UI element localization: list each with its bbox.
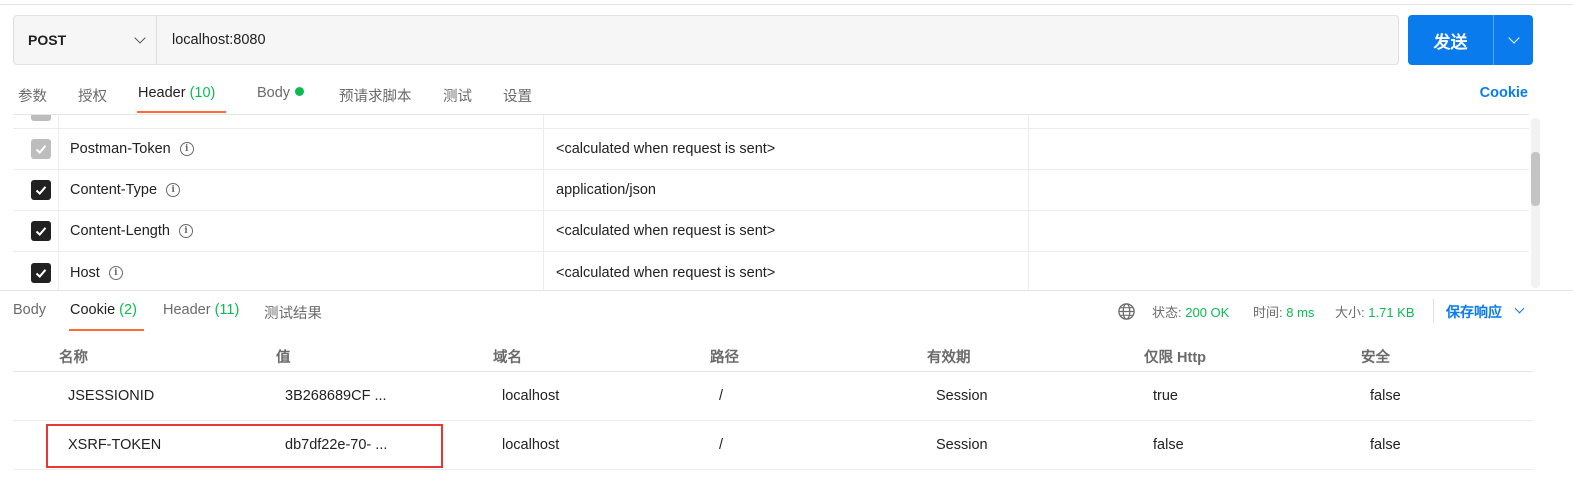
header-checkbox[interactable] bbox=[31, 221, 51, 241]
response-status: 状态: 200 OK bbox=[1152, 302, 1229, 321]
header-row: Postman-Token i <calculated when request … bbox=[13, 129, 1529, 170]
info-icon[interactable]: i bbox=[166, 183, 181, 197]
url-input[interactable]: localhost:8080 bbox=[157, 32, 266, 48]
cookie-expires: Session bbox=[936, 388, 988, 404]
send-options-button[interactable] bbox=[1494, 15, 1533, 65]
save-response-button[interactable]: 保存响应 bbox=[1446, 302, 1502, 322]
header-row: Content-Type i application/json bbox=[13, 170, 1529, 211]
status-label: 状态: bbox=[1152, 305, 1182, 320]
body-indicator-dot bbox=[295, 87, 305, 96]
header-key: Content-Type bbox=[70, 182, 158, 198]
tab-body[interactable]: Body bbox=[257, 85, 305, 101]
response-size: 大小: 1.71 KB bbox=[1335, 302, 1415, 321]
column-header: 值 bbox=[276, 350, 291, 366]
response-tabs: Body Cookie (2) Header (11) 测试结果 状态: 200… bbox=[0, 290, 1573, 336]
cookie-path: / bbox=[719, 437, 724, 453]
header-value[interactable]: application/json bbox=[556, 182, 656, 198]
cookie-httponly: false bbox=[1153, 437, 1184, 453]
header-key: Host bbox=[70, 264, 100, 281]
divider bbox=[1433, 299, 1434, 323]
header-value[interactable]: <calculated when request is sent> bbox=[556, 223, 775, 239]
header-key: Content-Length bbox=[70, 223, 170, 239]
column-header: 域名 bbox=[493, 350, 522, 366]
header-row-partial bbox=[13, 115, 1529, 129]
tab-response-header-label: Header bbox=[163, 302, 211, 318]
cookie-value[interactable]: 3B268689CF ... bbox=[285, 372, 387, 420]
column-header: 路径 bbox=[710, 350, 739, 366]
header-checkbox[interactable] bbox=[31, 115, 51, 121]
globe-icon[interactable] bbox=[1117, 302, 1136, 321]
cookie-domain: localhost bbox=[502, 388, 560, 404]
chevron-down-icon bbox=[134, 32, 146, 44]
column-header: 有效期 bbox=[927, 350, 971, 366]
headers-scrollbar-thumb[interactable] bbox=[1531, 152, 1540, 206]
cookie-secure: false bbox=[1370, 437, 1401, 453]
info-icon[interactable]: i bbox=[178, 224, 193, 238]
method-select[interactable]: POST bbox=[14, 16, 157, 64]
tab-response-cookie[interactable]: Cookie (2) bbox=[70, 302, 137, 318]
cookie-table-header: 名称 值 域名 路径 有效期 仅限 Http 安全 bbox=[13, 339, 1533, 372]
header-value[interactable]: <calculated when request is sent> bbox=[556, 141, 775, 157]
response-time: 时间: 8 ms bbox=[1253, 302, 1314, 321]
header-checkbox[interactable] bbox=[31, 262, 51, 283]
cookie-path: / bbox=[719, 388, 724, 404]
time-value[interactable]: 8 ms bbox=[1286, 305, 1314, 320]
header-row: Content-Length i <calculated when request… bbox=[13, 211, 1529, 252]
tab-settings[interactable]: 设置 bbox=[503, 85, 532, 106]
cookie-name[interactable]: JSESSIONID bbox=[68, 372, 154, 420]
cookie-domain: localhost bbox=[502, 437, 560, 453]
table-row: JSESSIONID 3B268689CF ... localhost / Se… bbox=[13, 372, 1533, 421]
top-border bbox=[0, 0, 1573, 5]
info-icon[interactable]: i bbox=[108, 265, 123, 280]
chevron-down-icon bbox=[1507, 32, 1520, 44]
tab-test-results[interactable]: 测试结果 bbox=[264, 302, 322, 323]
tab-cookie-label: Cookie bbox=[70, 302, 116, 318]
cookie-expires: Session bbox=[936, 437, 988, 453]
header-key: Postman-Token bbox=[70, 141, 171, 157]
header-checkbox[interactable] bbox=[31, 139, 51, 159]
info-icon[interactable]: i bbox=[179, 142, 194, 156]
cookie-secure: false bbox=[1370, 388, 1401, 404]
tab-body-label: Body bbox=[257, 85, 291, 101]
tab-cookie-count: (2) bbox=[119, 302, 137, 318]
highlight-box bbox=[46, 424, 443, 468]
size-label: 大小: bbox=[1335, 305, 1365, 320]
send-button-group: 发送 bbox=[1408, 15, 1533, 65]
tab-response-header[interactable]: Header (11) bbox=[163, 302, 239, 318]
tab-header-count: (10) bbox=[189, 85, 216, 101]
tab-header[interactable]: Header (10) bbox=[138, 85, 215, 101]
active-tab-underline bbox=[137, 111, 226, 113]
tab-header-label: Header bbox=[138, 85, 186, 101]
time-label: 时间: bbox=[1253, 305, 1283, 320]
size-value[interactable]: 1.71 KB bbox=[1368, 305, 1414, 320]
tab-response-header-count: (11) bbox=[214, 302, 240, 318]
tab-prescript[interactable]: 预请求脚本 bbox=[339, 85, 412, 106]
chevron-down-icon[interactable] bbox=[1514, 303, 1525, 314]
request-tabs: 参数 授权 Header (10) Body 预请求脚本 测试 设置 Cooki… bbox=[0, 82, 1573, 116]
tab-params[interactable]: 参数 bbox=[18, 85, 47, 106]
column-header: 安全 bbox=[1361, 350, 1390, 366]
active-tab-underline bbox=[69, 329, 144, 331]
cookie-link[interactable]: Cookie bbox=[1480, 85, 1528, 101]
status-value[interactable]: 200 OK bbox=[1185, 305, 1229, 320]
method-label: POST bbox=[28, 32, 67, 48]
header-row: Host i <calculated when request is sent> bbox=[13, 252, 1529, 290]
column-header: 名称 bbox=[59, 350, 88, 366]
tab-auth[interactable]: 授权 bbox=[78, 85, 107, 106]
header-checkbox[interactable] bbox=[31, 180, 51, 200]
request-url-bar: POST localhost:8080 bbox=[13, 15, 1399, 65]
tab-response-body[interactable]: Body bbox=[13, 302, 46, 318]
tab-tests[interactable]: 测试 bbox=[443, 85, 472, 106]
cookie-httponly: true bbox=[1153, 388, 1178, 404]
headers-table: Postman-Token i <calculated when request … bbox=[13, 114, 1529, 290]
header-value[interactable]: <calculated when request is sent> bbox=[556, 265, 775, 281]
send-button[interactable]: 发送 bbox=[1408, 15, 1494, 65]
column-header: 仅限 Http bbox=[1144, 350, 1207, 366]
